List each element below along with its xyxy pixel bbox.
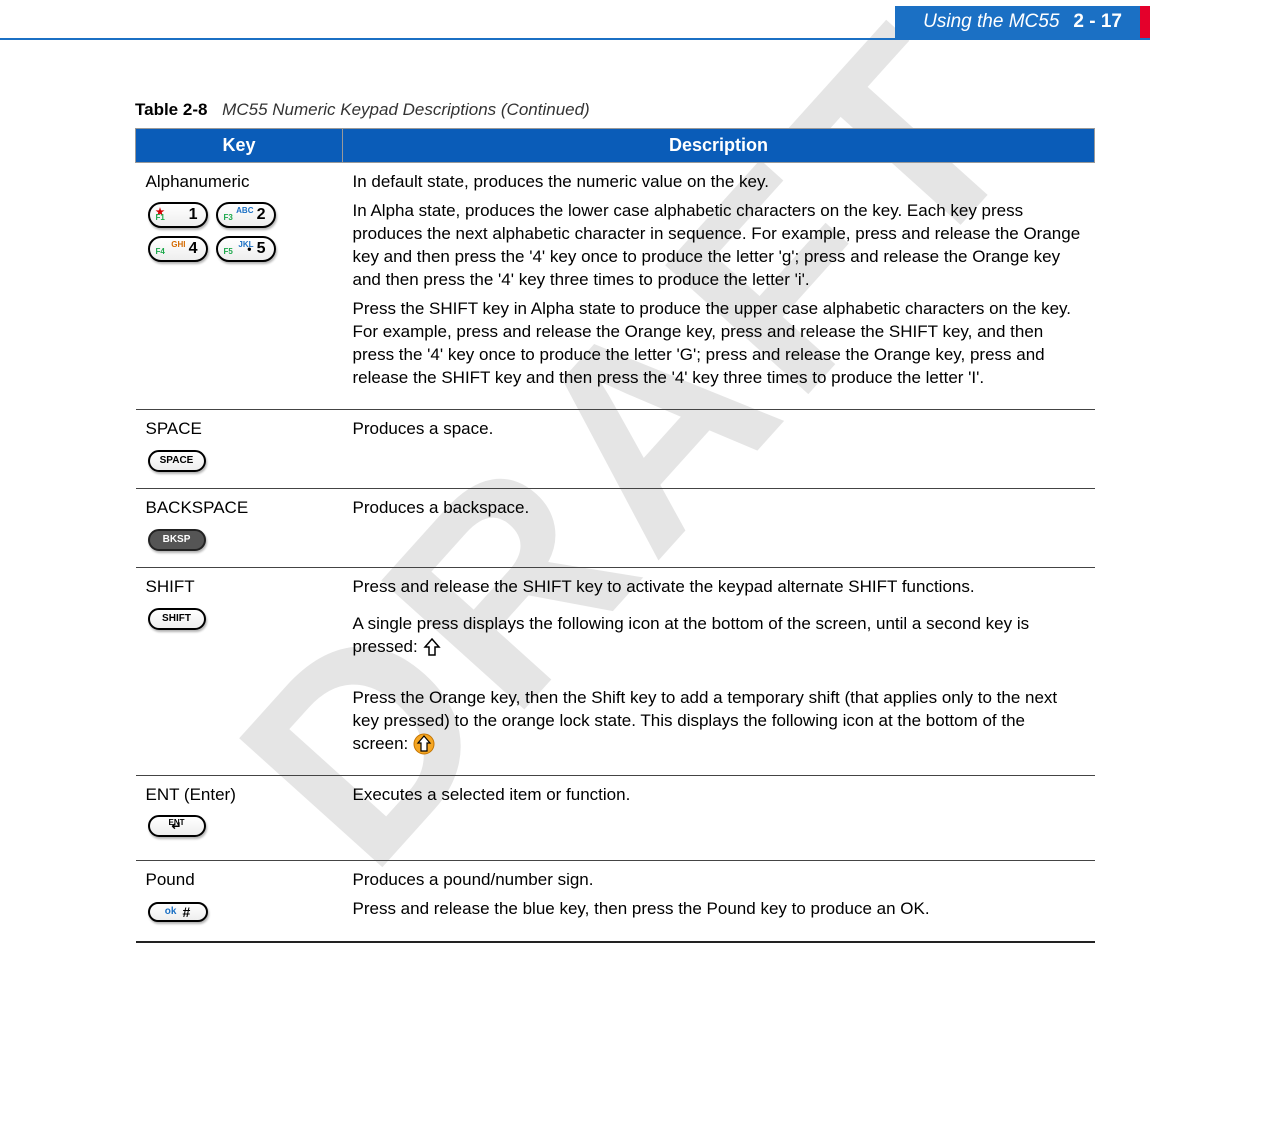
header-bar: Using the MC55 2 - 17 — [895, 6, 1140, 38]
desc-text: Press and release the blue key, then pre… — [353, 898, 1085, 921]
section-title: Using the MC55 — [923, 11, 1059, 33]
space-key-icon: SPACE — [148, 450, 206, 472]
hash-label: # — [182, 903, 190, 922]
table-row: BACKSPACE BKSP Produces a backspace. — [136, 489, 1095, 568]
header-rule — [0, 38, 1150, 40]
pound-key-icon: ok # — [148, 902, 208, 922]
desc-text: Executes a selected item or function. — [353, 784, 1085, 807]
desc-text: In default state, produces the numeric v… — [353, 171, 1085, 194]
keypad-key-2-icon: ABC F3 2 — [216, 202, 276, 228]
table-row: SHIFT SHIFT Press and release the SHIFT … — [136, 567, 1095, 776]
ent-key-icon: ENT ↵ — [148, 815, 206, 837]
header-red-tab — [1140, 6, 1150, 38]
keypad-key-1-icon: ★ F1 1 — [148, 202, 208, 228]
ok-label: ok — [165, 905, 177, 919]
desc-text: Produces a backspace. — [353, 497, 1085, 520]
table-row: Pound ok # Produces a pound/number sign.… — [136, 861, 1095, 942]
keypad-key-4-icon: GHI F4 4 — [148, 236, 208, 262]
keypad-table: Key Description Alphanumeric ★ F1 1 — [135, 128, 1095, 943]
table-number: Table 2-8 — [135, 100, 207, 119]
desc-text: In Alpha state, produces the lower case … — [353, 200, 1085, 292]
desc-text: Press the Orange key, then the Shift key… — [353, 688, 1058, 753]
key-name-space: SPACE — [146, 418, 333, 441]
key-name-alphanumeric: Alphanumeric — [146, 171, 333, 194]
table-caption: Table 2-8 MC55 Numeric Keypad Descriptio… — [135, 100, 1095, 120]
key-name-ent: ENT (Enter) — [146, 784, 333, 807]
table-title: MC55 Numeric Keypad Descriptions (Contin… — [222, 100, 590, 119]
desc-text: Press the SHIFT key in Alpha state to pr… — [353, 298, 1085, 390]
desc-text: Produces a pound/number sign. — [353, 869, 1085, 892]
enter-arrow-icon: ↵ — [171, 818, 181, 834]
col-description: Description — [343, 129, 1095, 163]
shift-key-icon: SHIFT — [148, 608, 206, 630]
page-number: 2 - 17 — [1073, 11, 1122, 33]
shift-arrow-orange-icon — [413, 733, 435, 755]
shift-arrow-icon — [422, 637, 442, 657]
table-row: Alphanumeric ★ F1 1 ABC F3 2 — [136, 163, 1095, 410]
desc-text: Produces a space. — [353, 418, 1085, 441]
desc-text: A single press displays the following ic… — [353, 614, 1030, 656]
table-row: SPACE SPACE Produces a space. — [136, 410, 1095, 489]
table-row: ENT (Enter) ENT ↵ Executes a selected it… — [136, 776, 1095, 861]
bksp-key-icon: BKSP — [148, 529, 206, 551]
desc-text: Press and release the SHIFT key to activ… — [353, 576, 1085, 599]
key-name-backspace: BACKSPACE — [146, 497, 333, 520]
keypad-key-5-icon: JKL F5 • 5 — [216, 236, 276, 262]
key-name-pound: Pound — [146, 869, 333, 892]
col-key: Key — [136, 129, 343, 163]
key-name-shift: SHIFT — [146, 576, 333, 599]
